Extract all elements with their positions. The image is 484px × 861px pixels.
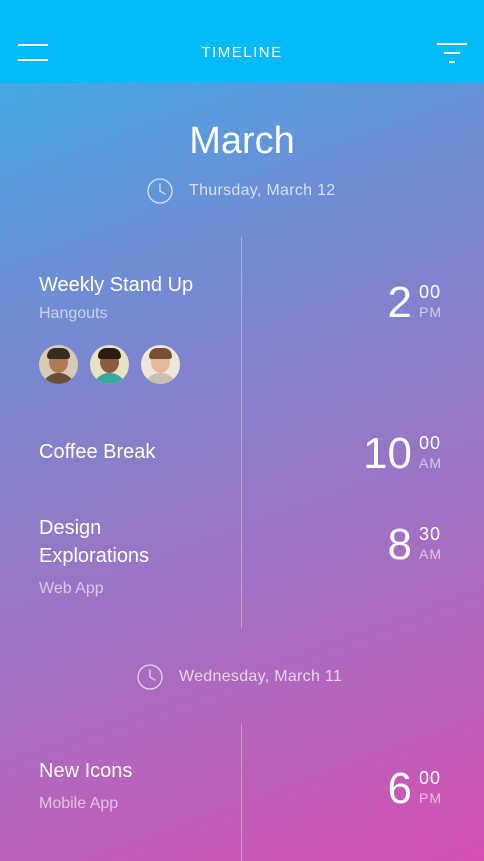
date-label: Thursday, March 12 [189, 182, 336, 199]
event-time: 2 00 PM [388, 281, 442, 325]
attendee-avatar[interactable] [141, 345, 180, 384]
event-time: 10 00 AM [363, 432, 442, 476]
date-label: Wednesday, March 11 [179, 668, 343, 685]
event-subtitle: Mobile App [39, 795, 119, 812]
event-title: Coffee Break [39, 441, 156, 463]
event-title: New Icons [39, 760, 133, 782]
time-hour: 10 [363, 429, 412, 478]
time-period: AM [419, 546, 442, 562]
event-title: Design Explorations [39, 514, 234, 570]
event-title-line: Explorations [39, 545, 150, 567]
event-time: 8 30 AM [388, 523, 442, 567]
date-header: Thursday, March 12 [147, 178, 336, 204]
time-period: PM [419, 790, 442, 806]
clock-icon [137, 664, 163, 690]
page-title: TIMELINE [201, 44, 283, 61]
timeline-divider [241, 237, 242, 628]
top-bar: TIMELINE [0, 0, 484, 83]
clock-icon [147, 178, 173, 204]
timeline-screen: TIMELINE March Thursday, March 12 Weekly… [0, 0, 484, 861]
time-hour: 2 [387, 278, 412, 327]
time-hour: 8 [387, 520, 412, 569]
date-header: Wednesday, March 11 [137, 664, 342, 690]
event-coffee-break[interactable]: Coffee Break [39, 438, 234, 466]
event-design-explorations[interactable]: Design Explorations Web App [39, 514, 234, 600]
time-period: PM [419, 304, 442, 320]
event-time: 6 00 PM [388, 767, 442, 811]
attendee-avatar[interactable] [39, 345, 78, 384]
event-weekly-stand-up[interactable]: Weekly Stand Up Hangouts [39, 271, 234, 325]
attendee-list [39, 345, 192, 384]
time-minutes: 00 [419, 768, 442, 788]
time-period: AM [419, 455, 442, 471]
event-title-line: Design [39, 517, 102, 539]
attendee-avatar[interactable] [90, 345, 129, 384]
time-minutes: 00 [419, 433, 442, 453]
event-subtitle: Hangouts [39, 305, 108, 322]
event-new-icons[interactable]: New Icons Mobile App [39, 757, 234, 815]
filter-icon[interactable] [437, 43, 467, 65]
event-title: Weekly Stand Up [39, 274, 194, 296]
time-minutes: 00 [419, 282, 442, 302]
month-heading: March [189, 120, 295, 162]
time-minutes: 30 [419, 524, 442, 544]
event-subtitle: Web App [39, 580, 104, 597]
timeline-divider [241, 724, 242, 861]
time-hour: 6 [387, 764, 412, 813]
